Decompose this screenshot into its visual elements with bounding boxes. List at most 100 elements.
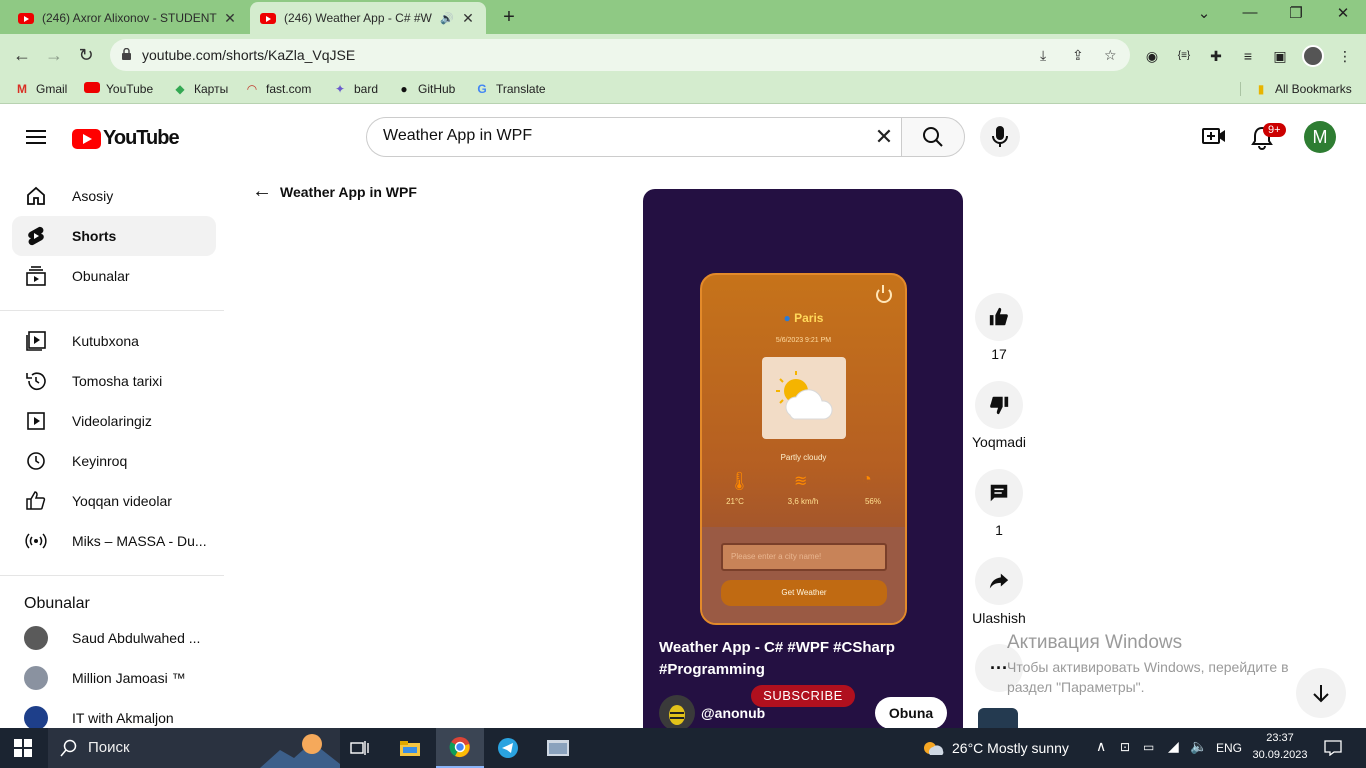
close-tab-icon[interactable]: ✕ [222, 10, 238, 27]
sidebar-item-liked[interactable]: Yoqqan videolar [12, 481, 216, 521]
clear-search-icon[interactable]: ✕ [872, 125, 896, 149]
bookmark-label: All Bookmarks [1275, 82, 1352, 96]
clock-date[interactable]: 30.09.2023 [1248, 749, 1312, 761]
taskbar-weather[interactable]: 26°C Mostly sunny [952, 740, 1069, 756]
account-avatar[interactable]: M [1304, 121, 1336, 153]
task-view-icon[interactable] [336, 728, 384, 768]
minimize-icon[interactable]: — [1238, 4, 1262, 21]
restore-icon[interactable]: ❐ [1284, 4, 1308, 22]
gmail-icon: M [17, 82, 27, 96]
bookmark-star-icon[interactable]: ☆ [1104, 47, 1117, 64]
sidebar-divider [0, 575, 224, 576]
bookmark-bard[interactable]: ✦ bard [332, 82, 378, 96]
reload-icon[interactable]: ↻ [74, 43, 98, 67]
youtube-play-icon [72, 128, 101, 149]
share-button[interactable] [975, 557, 1023, 605]
voice-search-button[interactable] [980, 117, 1020, 157]
app-temperature: 21°C [726, 497, 744, 506]
wifi-icon[interactable]: ◢ [1168, 738, 1179, 755]
extension-json-icon[interactable]: {≡} [1175, 47, 1193, 65]
file-explorer-icon[interactable] [386, 728, 434, 768]
taskbar-search[interactable]: Поиск [48, 728, 340, 768]
new-tab-icon[interactable]: + [498, 6, 520, 29]
chrome-taskbar-icon[interactable] [436, 728, 484, 768]
extension-c-icon[interactable]: ◉ [1143, 47, 1161, 65]
search-button[interactable] [901, 117, 965, 157]
side-panel-icon[interactable]: ▣ [1271, 47, 1289, 65]
url-text: youtube.com/shorts/KaZla_VqJSE [142, 47, 356, 63]
subscription-label: IT with Akmaljon [72, 710, 174, 726]
bookmark-fastcom[interactable]: ◠ fast.com [244, 82, 312, 96]
show-hidden-icons-chevron-icon[interactable]: ∧ [1096, 738, 1106, 755]
shorts-player[interactable]: ● Paris 5/6/2023 9:21 PM Partly cloudy 🌡… [643, 189, 963, 728]
comments-button[interactable] [975, 469, 1023, 517]
audio-playing-icon[interactable]: 🔊 [440, 12, 454, 25]
windows-start-icon[interactable] [14, 739, 32, 757]
browser-toolbar: ← → ↻ youtube.com/shorts/KaZla_VqJSE ⤓ ⇪… [0, 34, 1366, 76]
search-input[interactable] [383, 127, 863, 145]
language-indicator[interactable]: ENG [1216, 741, 1242, 755]
like-button[interactable] [975, 293, 1023, 341]
app-window-icon[interactable] [534, 728, 582, 768]
battery-icon[interactable]: ▭ [1143, 740, 1154, 754]
microphone-icon [992, 126, 1008, 147]
bookmark-maps[interactable]: ◆ Карты [172, 82, 228, 96]
back-to-search-link[interactable]: ← Weather App in WPF [252, 180, 417, 203]
channel-avatar[interactable] [659, 695, 695, 728]
sidebar-item-shorts[interactable]: Shorts [12, 216, 216, 256]
arrow-down-icon [1313, 685, 1329, 703]
bookmark-gmail[interactable]: M Gmail [14, 82, 67, 96]
sidebar-item-subscriptions[interactable]: Obunalar [12, 256, 216, 296]
bookmark-github[interactable]: ● GitHub [396, 82, 455, 96]
meet-now-icon[interactable]: ⊡ [1120, 740, 1130, 754]
subscriptions-icon [26, 266, 46, 286]
subscribe-button[interactable]: Obuna [875, 697, 947, 728]
share-icon[interactable]: ⇪ [1072, 47, 1084, 64]
bookmark-translate[interactable]: G Translate [474, 82, 545, 96]
telegram-icon[interactable] [484, 728, 532, 768]
notifications-center-icon[interactable] [1324, 740, 1342, 756]
back-icon[interactable]: ← [10, 43, 34, 67]
forward-icon[interactable]: → [42, 43, 66, 67]
app-condition: Partly cloudy [780, 453, 827, 462]
chrome-profile-avatar[interactable] [1302, 45, 1324, 67]
bookmark-youtube[interactable]: YouTube [84, 82, 153, 96]
search-icon [923, 127, 943, 147]
close-window-icon[interactable]: ✕ [1331, 4, 1355, 22]
tab-search-chevron-icon[interactable]: ⌄ [1192, 4, 1216, 22]
browser-tab-active[interactable]: (246) Weather App - C# #W 🔊 ✕ [250, 2, 486, 34]
bookmark-label: GitHub [418, 82, 456, 96]
create-video-icon[interactable] [1202, 126, 1226, 150]
sidebar-item-library[interactable]: Kutubxona [12, 321, 216, 361]
address-bar[interactable]: youtube.com/shorts/KaZla_VqJSE ⤓ ⇪ ☆ [110, 39, 1130, 71]
browser-tab[interactable]: (246) Axror Alixonov - STUDENT ✕ [8, 2, 248, 34]
short-title[interactable]: Weather App - C# #WPF #CSharp #Programmi… [659, 637, 949, 681]
sidebar-item-home[interactable]: Asosiy [12, 176, 216, 216]
tab-strip: (246) Axror Alixonov - STUDENT ✕ (246) W… [0, 0, 1366, 34]
menu-hamburger-icon[interactable] [26, 130, 46, 144]
youtube-logo[interactable]: YouTube [72, 127, 180, 150]
translate-icon: G [477, 82, 487, 96]
sidebar-item-your-videos[interactable]: Videolaringiz [12, 401, 216, 441]
sidebar-subscription[interactable]: Saud Abdulwahed ... [12, 618, 216, 658]
sidebar-subscription[interactable]: Million Jamoasi ™ [12, 658, 216, 698]
search-box: ✕ [366, 117, 902, 157]
weather-sunny-icon[interactable] [922, 739, 944, 757]
extensions-puzzle-icon[interactable]: ✚ [1207, 47, 1225, 65]
volume-icon[interactable]: 🔈 [1190, 738, 1207, 755]
close-tab-icon[interactable]: ✕ [460, 10, 476, 27]
sidebar-item-mix[interactable]: Miks – MASSA - Du... [12, 521, 216, 561]
watermark-text: Чтобы активировать Windows, перейдите в [1007, 659, 1289, 675]
all-bookmarks[interactable]: ▮ All Bookmarks [1240, 82, 1352, 96]
sidebar-item-watch-later[interactable]: Keyinroq [12, 441, 216, 481]
install-icon[interactable]: ⤓ [1040, 47, 1046, 64]
next-video-button[interactable] [1296, 668, 1346, 718]
channel-name[interactable]: @anonub [701, 705, 765, 721]
sidebar-divider [0, 310, 224, 311]
dislike-button[interactable] [975, 381, 1023, 429]
clock-time[interactable]: 23:37 [1248, 732, 1312, 744]
sidebar-item-history[interactable]: Tomosha tarixi [12, 361, 216, 401]
media-control-icon[interactable]: ≡ [1239, 47, 1257, 65]
chrome-menu-icon[interactable]: ⋮ [1336, 47, 1354, 65]
next-short-thumbnail[interactable] [978, 708, 1018, 728]
